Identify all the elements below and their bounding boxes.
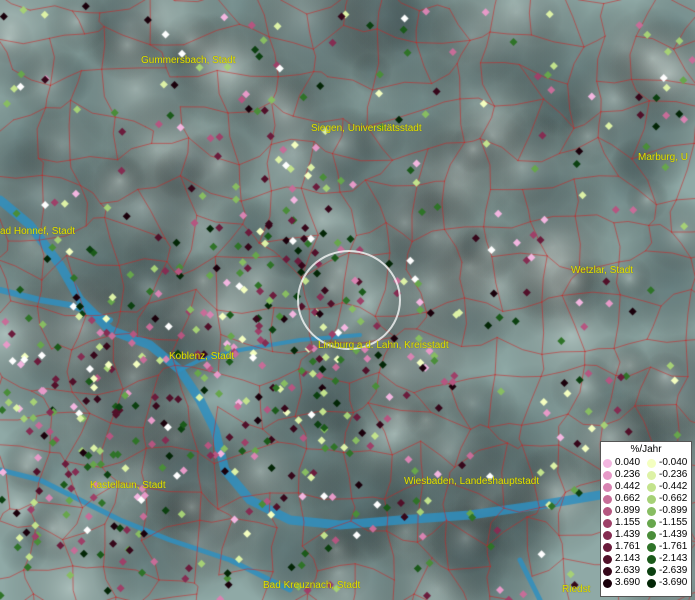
legend-swatch-positive bbox=[603, 543, 612, 552]
legend-swatch-positive bbox=[603, 471, 612, 480]
legend-value-negative: -0.662 bbox=[659, 493, 688, 504]
legend-swatch-positive bbox=[603, 531, 612, 540]
legend-value-positive: 1.155 bbox=[615, 517, 641, 528]
legend-swatch-positive bbox=[603, 459, 612, 468]
legend-swatch-positive bbox=[603, 519, 612, 528]
legend-swatch-negative bbox=[647, 459, 656, 468]
legend-value-positive: 0.236 bbox=[615, 469, 641, 480]
selection-circle bbox=[297, 250, 401, 350]
city-label-koblenz: Koblenz, Stadt bbox=[169, 351, 235, 362]
legend-swatch-positive bbox=[603, 483, 612, 492]
legend-value-negative: -2.639 bbox=[659, 565, 688, 576]
legend-swatch-negative bbox=[647, 579, 656, 588]
legend-swatch-negative bbox=[647, 567, 656, 576]
legend-value-positive: 0.662 bbox=[615, 493, 641, 504]
legend-swatch-negative bbox=[647, 531, 656, 540]
city-label-gummersbach: Gummersbach, Stadt bbox=[141, 55, 236, 66]
city-label-riedstadt: Riedst bbox=[562, 584, 591, 595]
legend-swatch-positive bbox=[603, 507, 612, 516]
legend-value-positive: 0.040 bbox=[615, 457, 641, 468]
legend-swatch-negative bbox=[647, 471, 656, 480]
city-label-marburg: Marburg, U bbox=[638, 152, 689, 163]
legend-swatch-negative bbox=[647, 519, 656, 528]
legend-swatch-positive bbox=[603, 567, 612, 576]
legend-swatch-negative bbox=[647, 555, 656, 564]
legend-value-positive: 1.439 bbox=[615, 529, 641, 540]
city-label-bad-honnef: ad Honnef, Stadt bbox=[0, 226, 76, 237]
legend-swatch-positive bbox=[603, 579, 612, 588]
legend-value-positive: 3.690 bbox=[615, 577, 641, 588]
legend-swatch-negative bbox=[647, 495, 656, 504]
legend-swatch-negative bbox=[647, 483, 656, 492]
legend-value-negative: -2.143 bbox=[659, 553, 688, 564]
city-label-wiesbaden: Wiesbaden, Landeshauptstadt bbox=[404, 476, 540, 487]
legend-value-negative: -0.442 bbox=[659, 481, 688, 492]
legend-value-negative: -0.899 bbox=[659, 505, 688, 516]
city-label-bad-kreuznach: Bad Kreuznach, Stadt bbox=[263, 580, 361, 591]
legend-value-negative: -1.761 bbox=[659, 541, 688, 552]
legend-panel: %/Jahr 0.040 -0.040 0.236 -0.236 0.442 -0.442… bbox=[600, 441, 692, 597]
legend-title: %/Jahr bbox=[630, 444, 662, 455]
legend-value-positive: 1.761 bbox=[615, 541, 641, 552]
legend-value-positive: 2.143 bbox=[615, 553, 641, 564]
legend-value-positive: 0.442 bbox=[615, 481, 641, 492]
legend-swatch-negative bbox=[647, 543, 656, 552]
legend-value-negative: -1.439 bbox=[659, 529, 688, 540]
city-label-limburg: Limburg a.d. Lahn, Kreisstadt bbox=[318, 340, 449, 351]
legend-swatch-negative bbox=[647, 507, 656, 516]
city-label-siegen: Siegen, Universitätsstadt bbox=[311, 123, 422, 134]
legend-value-negative: -1.155 bbox=[659, 517, 688, 528]
legend-value-positive: 2.639 bbox=[615, 565, 641, 576]
legend-value-negative: -0.040 bbox=[659, 457, 688, 468]
legend-value-positive: 0.899 bbox=[615, 505, 641, 516]
legend-swatch-positive bbox=[603, 555, 612, 564]
city-label-wetzlar: Wetzlar, Stadt bbox=[571, 265, 634, 276]
city-label-kastellaun: Kastellaun, Stadt bbox=[90, 480, 166, 491]
legend-value-negative: -0.236 bbox=[659, 469, 688, 480]
legend-value-negative: -3.690 bbox=[659, 577, 688, 588]
legend-swatch-positive bbox=[603, 495, 612, 504]
